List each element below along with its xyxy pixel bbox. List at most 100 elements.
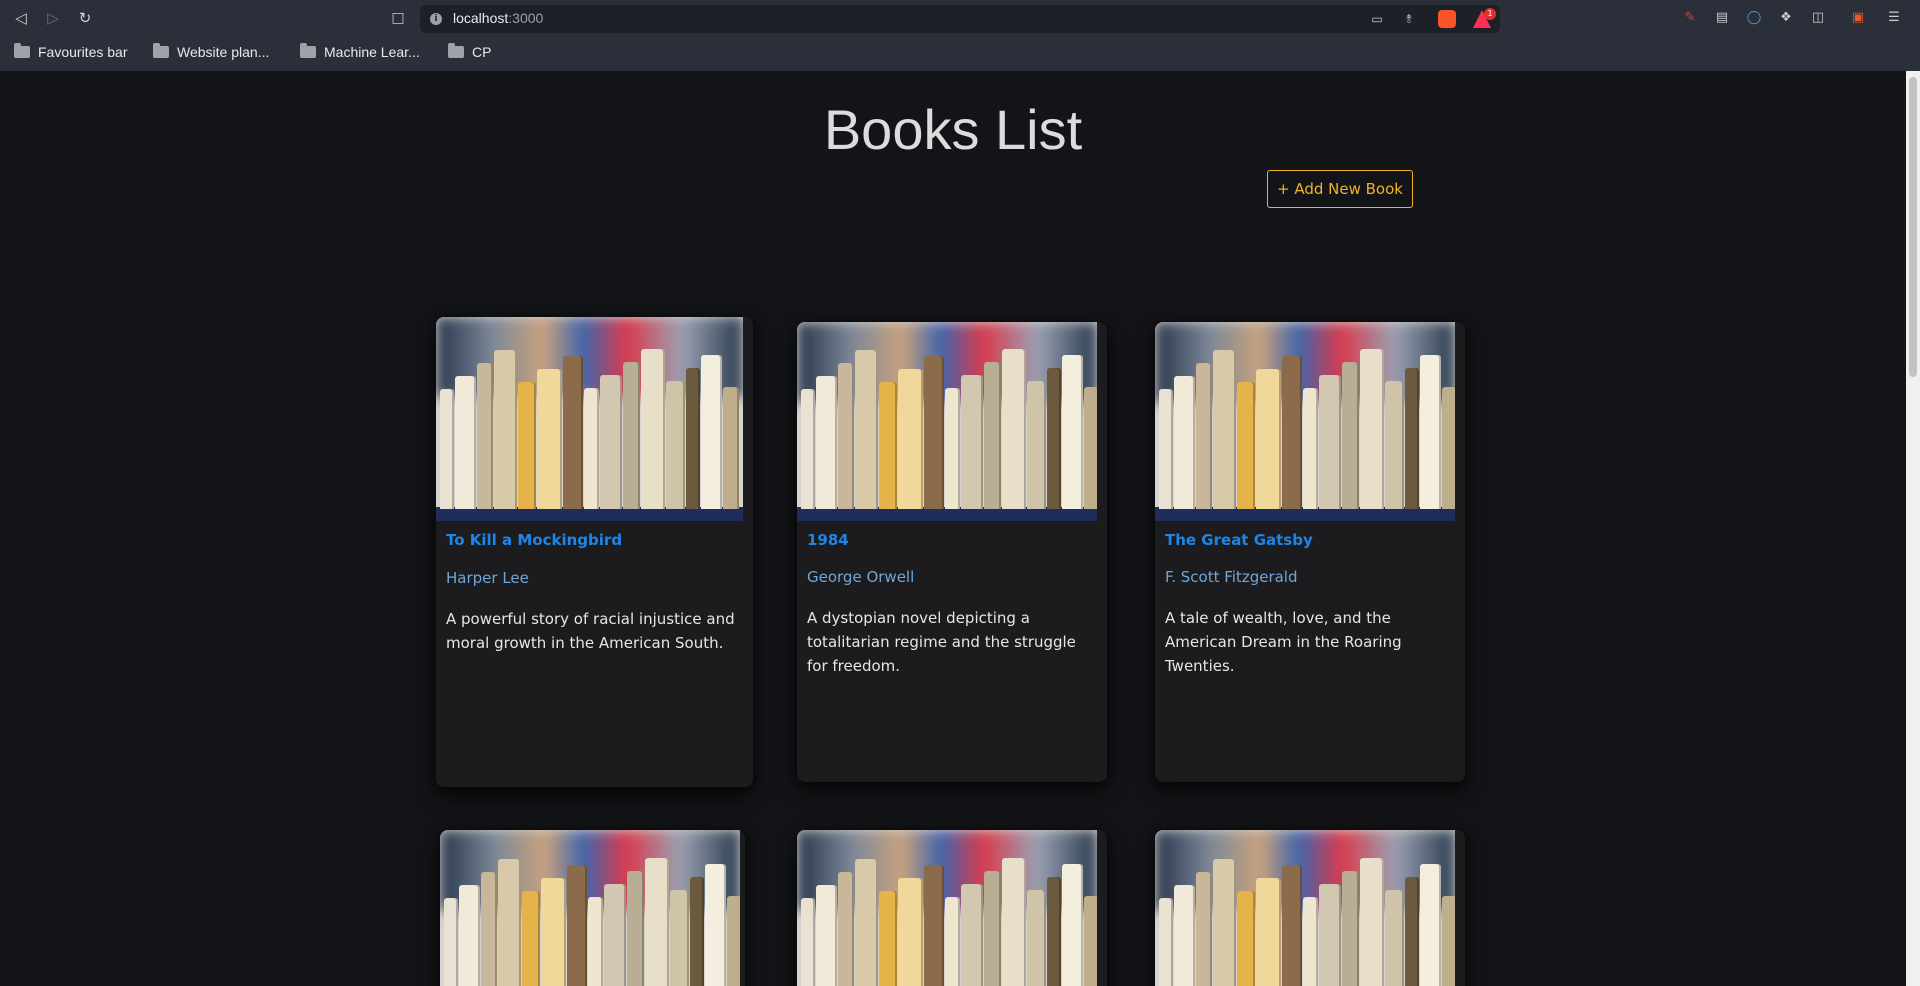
bookmark-folder-cp[interactable]: CP bbox=[448, 40, 491, 64]
book-spine-decoration bbox=[727, 896, 740, 986]
page-scrollbar[interactable] bbox=[1906, 71, 1920, 986]
reload-icon[interactable]: ↻ bbox=[75, 8, 95, 28]
book-spine-decoration bbox=[1062, 864, 1083, 986]
book-spine-decoration bbox=[1047, 877, 1061, 986]
book-spine-decoration bbox=[898, 369, 923, 509]
book-spine-decoration bbox=[666, 381, 685, 509]
book-spine-decoration bbox=[961, 375, 983, 509]
bookmark-icon[interactable]: □ bbox=[388, 8, 408, 28]
book-spine-decoration bbox=[600, 375, 622, 509]
book-spine-decoration bbox=[1002, 858, 1026, 986]
book-spine-decoration bbox=[1420, 864, 1441, 986]
book-spine-decoration bbox=[623, 362, 640, 509]
book-card[interactable]: To Kill a Mockingbird Harper Lee A power… bbox=[436, 317, 753, 787]
book-spine-decoration bbox=[1405, 877, 1419, 986]
book-spine-decoration bbox=[855, 350, 878, 509]
book-card[interactable] bbox=[797, 830, 1107, 986]
address-bar[interactable]: i localhost:3000 ▭ ⥉ bbox=[420, 5, 1500, 33]
url-text[interactable]: localhost:3000 bbox=[453, 10, 543, 26]
brave-shields-icon[interactable] bbox=[1438, 10, 1456, 28]
book-spine-decoration bbox=[1360, 858, 1384, 986]
book-spine-decoration bbox=[1303, 897, 1318, 986]
bookmark-folder-favourites[interactable]: Favourites bar bbox=[14, 40, 127, 64]
share-icon[interactable]: ⥉ bbox=[1400, 10, 1418, 28]
book-title[interactable]: The Great Gatsby bbox=[1165, 531, 1313, 549]
forward-icon[interactable]: ▷ bbox=[43, 8, 63, 28]
sidebar-icon[interactable]: ◫ bbox=[1809, 9, 1827, 27]
book-spine-decoration bbox=[686, 368, 700, 509]
book-spine-decoration bbox=[1159, 898, 1173, 986]
book-spine-decoration bbox=[670, 890, 689, 986]
book-spine-decoration bbox=[838, 363, 854, 509]
book-card[interactable] bbox=[1155, 830, 1465, 986]
book-description: A tale of wealth, love, and the American… bbox=[1165, 609, 1402, 675]
bookmark-label: Machine Lear... bbox=[324, 44, 420, 60]
extension-circle-icon[interactable]: ◯ bbox=[1745, 9, 1763, 27]
book-spine-decoration bbox=[1342, 871, 1359, 986]
bookmark-folder-machine-learning[interactable]: Machine Lear... bbox=[300, 40, 420, 64]
book-spine-decoration bbox=[924, 865, 944, 986]
book-title[interactable]: To Kill a Mockingbird bbox=[446, 531, 622, 549]
book-spine-decoration bbox=[1002, 349, 1026, 509]
book-spine-decoration bbox=[1385, 890, 1404, 986]
book-spine-decoration bbox=[498, 859, 521, 986]
back-icon[interactable]: ◁ bbox=[11, 8, 31, 28]
book-spine-decoration bbox=[455, 376, 476, 509]
book-spine-decoration bbox=[1237, 382, 1255, 509]
bookmark-label: Favourites bar bbox=[38, 44, 128, 60]
book-spine-decoration bbox=[816, 885, 837, 986]
menu-icon[interactable]: ☰ bbox=[1885, 9, 1903, 27]
book-spine-decoration bbox=[701, 355, 722, 509]
extension-card-icon[interactable]: ▤ bbox=[1713, 9, 1731, 27]
book-spine-decoration bbox=[1405, 368, 1419, 509]
book-spine-decoration bbox=[690, 877, 704, 986]
book-spine-decoration bbox=[494, 350, 517, 509]
book-cover-image bbox=[797, 322, 1097, 521]
book-card[interactable]: 1984 George Orwell A dystopian novel dep… bbox=[797, 322, 1107, 782]
book-spine-decoration bbox=[723, 387, 739, 509]
extension-pen-icon[interactable]: ✎ bbox=[1681, 9, 1699, 27]
book-cover-image bbox=[1155, 830, 1455, 986]
bookmarks-bar: Favourites bar Website plan... Machine L… bbox=[0, 40, 1920, 64]
book-author: George Orwell bbox=[807, 568, 915, 586]
folder-icon bbox=[300, 43, 316, 58]
page-content: Books List + Add New Book To Kill a Mock… bbox=[0, 71, 1920, 986]
book-spine-decoration bbox=[1196, 872, 1212, 986]
book-spine-decoration bbox=[1319, 884, 1341, 986]
bookmark-label: Website plan... bbox=[177, 44, 270, 60]
book-spine-decoration bbox=[855, 859, 878, 986]
book-author: Harper Lee bbox=[446, 569, 529, 587]
book-spine-decoration bbox=[1420, 355, 1441, 509]
book-spine-decoration bbox=[588, 897, 603, 986]
book-spine-decoration bbox=[801, 389, 815, 509]
site-info-icon[interactable]: i bbox=[430, 13, 442, 25]
add-new-book-button[interactable]: + Add New Book bbox=[1267, 170, 1413, 208]
book-spine-decoration bbox=[1360, 349, 1384, 509]
url-port: :3000 bbox=[508, 10, 544, 26]
scrollbar-thumb[interactable] bbox=[1909, 77, 1917, 377]
cast-icon[interactable]: ▭ bbox=[1368, 10, 1386, 28]
book-title[interactable]: 1984 bbox=[807, 531, 849, 549]
book-spine-decoration bbox=[627, 871, 644, 986]
book-spine-decoration bbox=[563, 356, 583, 509]
book-spine-decoration bbox=[1237, 891, 1255, 986]
book-cover-image bbox=[436, 317, 743, 521]
bookmark-folder-website-plan[interactable]: Website plan... bbox=[153, 40, 269, 64]
book-spine-decoration bbox=[1213, 350, 1236, 509]
bookmark-label: CP bbox=[472, 44, 492, 60]
book-spine-decoration bbox=[1282, 865, 1302, 986]
wallet-icon[interactable]: ▣ bbox=[1849, 9, 1867, 27]
book-spine-decoration bbox=[604, 884, 626, 986]
book-cover-image bbox=[1155, 322, 1455, 521]
book-card[interactable]: The Great Gatsby F. Scott Fitzgerald A t… bbox=[1155, 322, 1465, 782]
book-spine-decoration bbox=[440, 389, 454, 509]
book-spine-decoration bbox=[459, 885, 480, 986]
book-spine-decoration bbox=[1213, 859, 1236, 986]
book-spine-decoration bbox=[567, 865, 587, 986]
extensions-puzzle-icon[interactable]: ❖ bbox=[1777, 9, 1795, 27]
book-spine-decoration bbox=[879, 382, 897, 509]
book-spine-decoration bbox=[879, 891, 897, 986]
book-spine-decoration bbox=[838, 872, 854, 986]
book-spine-decoration bbox=[945, 897, 960, 986]
book-card[interactable] bbox=[440, 830, 745, 986]
